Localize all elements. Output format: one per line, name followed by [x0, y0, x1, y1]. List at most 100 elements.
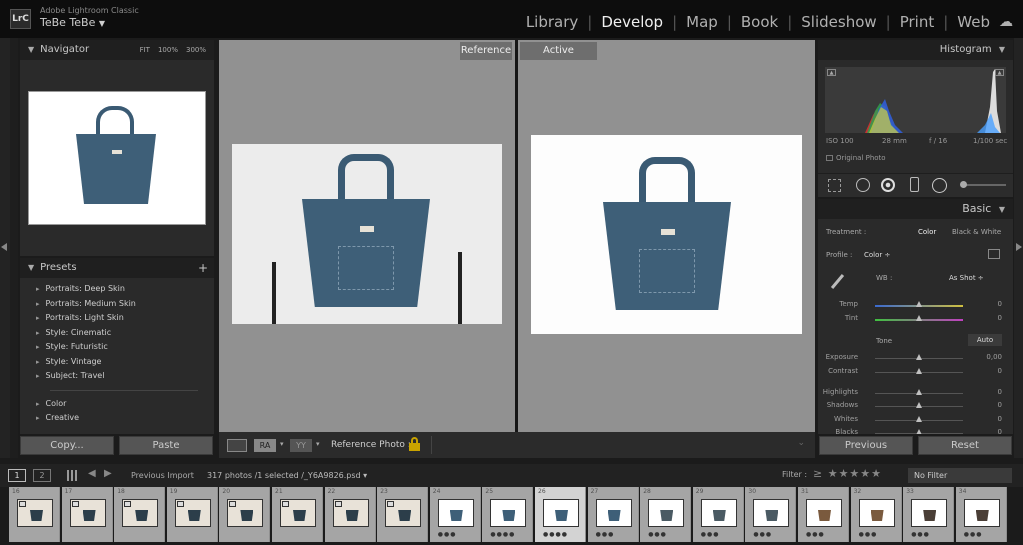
filmstrip-cell[interactable]: 21 [272, 487, 323, 542]
treatment-color-button[interactable]: Color [918, 228, 936, 236]
zoom-300[interactable]: 300% [186, 40, 206, 60]
slider-temp[interactable]: Temp 0 [822, 300, 1010, 312]
slider-exposure[interactable]: Exposure 0,00 [822, 353, 1010, 365]
reset-button[interactable]: Reset [918, 436, 1012, 455]
preset-item[interactable]: Style: Cinematic [20, 326, 214, 341]
brush-size-slider[interactable] [960, 181, 1006, 188]
slider-knob[interactable] [916, 354, 922, 360]
cloud-sync-icon[interactable]: ☁ [999, 14, 1013, 30]
navigator-header[interactable]: ▼ Navigator FIT 100% 300% [20, 40, 214, 60]
slider-value[interactable]: 0 [998, 367, 1002, 375]
radial-filter-icon[interactable] [932, 178, 947, 193]
filmstrip-cell[interactable]: 22 [324, 487, 376, 542]
preset-group-creative[interactable]: Creative [20, 411, 214, 426]
filmstrip-cell[interactable]: 30 ●●● [745, 487, 797, 542]
filmstrip-cell[interactable]: 19 [166, 487, 218, 542]
filmstrip-cell[interactable]: 25 ●●●● [482, 487, 534, 542]
slider-whites[interactable]: Whites 0 [822, 415, 1010, 427]
slider-highlights[interactable]: Highlights 0 [822, 388, 1010, 400]
filmstrip-thumbnail[interactable] [122, 499, 159, 527]
module-web[interactable]: Web [957, 13, 990, 31]
shadow-clip-icon[interactable]: ▲ [827, 69, 836, 76]
slider-value[interactable]: 0 [998, 300, 1002, 308]
slider-value[interactable]: 0,00 [986, 353, 1002, 361]
rating-filter[interactable]: ≥ ★★★★★ [813, 467, 882, 480]
filmstrip-thumbnail[interactable] [490, 499, 527, 527]
slider-knob[interactable] [916, 301, 922, 307]
filmstrip-thumbnail[interactable] [543, 499, 579, 527]
filmstrip-source[interactable]: Previous Import [131, 471, 194, 480]
back-arrow-icon[interactable]: ◀ [88, 468, 96, 479]
wb-select[interactable]: As Shot ÷ [949, 274, 984, 282]
histogram-header[interactable]: Histogram ▼ [818, 40, 1013, 60]
filmstrip-thumbnail[interactable] [911, 499, 948, 527]
slider-tint[interactable]: Tint 0 [822, 314, 1010, 326]
filter-select[interactable]: No Filter [908, 468, 1012, 483]
original-photo-toggle[interactable]: Original Photo [826, 154, 886, 162]
left-panel-edge[interactable] [0, 38, 10, 458]
module-print[interactable]: Print [900, 13, 935, 31]
module-develop[interactable]: Develop [601, 13, 663, 31]
filmstrip-cell[interactable]: 18 [114, 487, 166, 542]
module-slideshow[interactable]: Slideshow [801, 13, 876, 31]
histogram-graph[interactable]: ▲ ▲ [825, 67, 1006, 133]
crop-tool-icon[interactable] [828, 179, 841, 192]
slider-value[interactable]: 0 [998, 401, 1002, 409]
chevron-down-icon[interactable]: ⌄ [797, 438, 805, 448]
filmstrip-thumbnail[interactable] [385, 499, 422, 527]
brush-slider-knob[interactable] [960, 181, 967, 188]
compare-view-icon[interactable]: YY [290, 439, 312, 452]
filmstrip-thumbnail[interactable] [280, 499, 316, 527]
filmstrip-cell[interactable]: 26 ●●●● [535, 487, 586, 542]
add-preset-button[interactable]: + [198, 258, 208, 278]
filmstrip-thumbnail[interactable] [595, 499, 632, 527]
filmstrip-thumbnail[interactable] [700, 499, 737, 527]
filmstrip-cell[interactable]: 32 ●●● [850, 487, 902, 542]
presets-header[interactable]: ▼ Presets + [20, 258, 214, 278]
previous-button[interactable]: Previous [819, 436, 913, 455]
filmstrip-thumbnail[interactable] [174, 499, 211, 527]
collapse-left-icon[interactable] [1, 243, 7, 251]
slider-contrast[interactable]: Contrast 0 [822, 367, 1010, 379]
slider-value[interactable]: 0 [998, 428, 1002, 434]
slider-value[interactable]: 0 [998, 314, 1002, 322]
preset-group-color[interactable]: Color [20, 397, 214, 412]
module-map[interactable]: Map [686, 13, 718, 31]
filmstrip-thumbnail[interactable] [806, 499, 842, 527]
forward-arrow-icon[interactable]: ▶ [104, 468, 112, 479]
filmstrip-thumbnail[interactable] [648, 499, 685, 527]
filmstrip-thumbnail[interactable] [753, 499, 790, 527]
grid-view-icon[interactable] [67, 470, 78, 481]
copy-button[interactable]: Copy... [20, 436, 114, 455]
slider-shadows[interactable]: Shadows 0 [822, 401, 1010, 413]
slider-knob[interactable] [916, 389, 922, 395]
filmstrip-cell[interactable]: 23 [377, 487, 429, 542]
module-library[interactable]: Library [526, 13, 578, 31]
profile-browser-icon[interactable] [988, 249, 1000, 259]
chevron-down-icon[interactable]: ▾ [280, 440, 284, 448]
filmstrip-cell[interactable]: 34 ●●● [955, 487, 1007, 542]
slider-knob[interactable] [916, 402, 922, 408]
slider-knob[interactable] [916, 315, 922, 321]
slider-knob[interactable] [916, 368, 922, 374]
lock-icon[interactable] [409, 437, 420, 451]
spot-removal-icon[interactable] [856, 178, 870, 192]
filmstrip-thumbnail[interactable] [227, 499, 264, 527]
preset-item[interactable]: Style: Futuristic [20, 340, 214, 355]
ref-view-icon[interactable]: RA [254, 439, 276, 452]
preset-item[interactable]: Portraits: Light Skin [20, 311, 214, 326]
filmstrip-thumbnail[interactable] [858, 499, 895, 527]
filmstrip-thumbnail[interactable] [17, 499, 53, 527]
filmstrip-cell[interactable]: 16 [9, 487, 60, 542]
collapse-right-icon[interactable] [1016, 243, 1022, 251]
navigator-preview[interactable] [28, 91, 206, 225]
gradient-filter-icon[interactable] [910, 177, 919, 192]
zoom-100[interactable]: 100% [158, 40, 178, 60]
filmstrip-info[interactable]: 317 photos /1 selected /_Y6A9826.psd ▾ [207, 471, 367, 480]
filmstrip-cell[interactable]: 27 ●●● [587, 487, 639, 542]
filmstrip-cell[interactable]: 33 ●●● [903, 487, 955, 542]
basic-header[interactable]: Basic ▼ [818, 199, 1013, 219]
profile-select[interactable]: Color ÷ [864, 251, 890, 259]
red-eye-icon[interactable] [881, 178, 895, 192]
slider-value[interactable]: 0 [998, 415, 1002, 423]
